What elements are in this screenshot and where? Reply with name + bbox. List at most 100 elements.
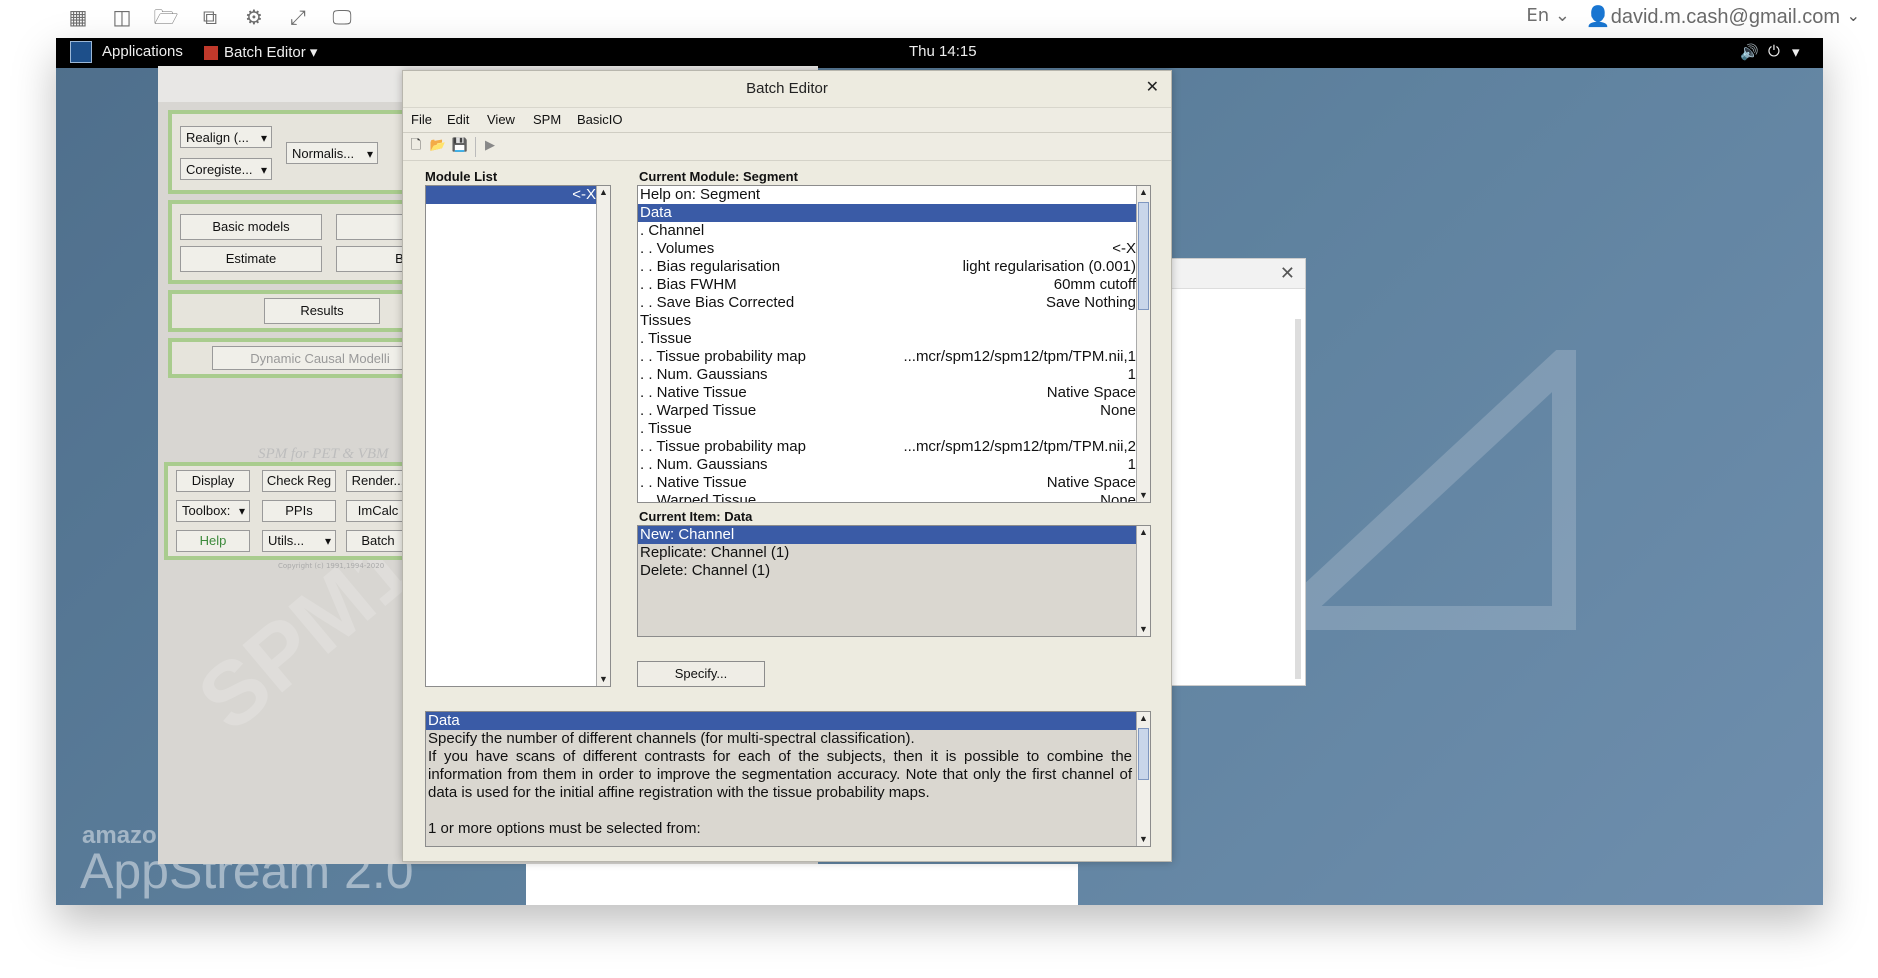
module-scrollbar[interactable]: ▲ ▼ bbox=[1136, 186, 1150, 502]
coregister-dropdown[interactable]: Coregiste... bbox=[180, 158, 272, 181]
dcm-button[interactable]: Dynamic Causal Modelli bbox=[212, 346, 428, 370]
power-icon[interactable]: ⏻ bbox=[1768, 43, 1780, 60]
module-row-value: 60mm cutoff bbox=[1053, 276, 1136, 293]
fullscreen-icon[interactable]: ⤢ bbox=[284, 4, 312, 30]
realign-dropdown[interactable]: Realign (... bbox=[180, 126, 272, 149]
estimate-button[interactable]: Estimate bbox=[180, 246, 322, 272]
batch-button[interactable]: Batch bbox=[346, 530, 410, 552]
background-window-bottom bbox=[526, 864, 1078, 905]
help-scrollbar[interactable]: ▲ ▼ bbox=[1136, 712, 1150, 846]
close-icon[interactable]: ✕ bbox=[1146, 77, 1159, 96]
help-tail: 1 or more options must be selected from: bbox=[428, 820, 701, 837]
module-row[interactable]: Help on: Segment bbox=[638, 186, 1150, 204]
system-menu-chevron-icon[interactable]: ▾ bbox=[1792, 43, 1800, 61]
item-option[interactable]: Replicate: Channel (1) bbox=[638, 544, 1150, 562]
scroll-thumb[interactable] bbox=[1138, 202, 1149, 310]
module-row-selected[interactable]: Data bbox=[638, 204, 1150, 222]
module-row[interactable]: . . Tissue probability map ...mcr/spm12/s… bbox=[638, 438, 1150, 456]
module-list[interactable]: Segment <-X ▲ ▼ bbox=[425, 185, 611, 687]
module-row-text: Help on: Segment bbox=[640, 186, 761, 203]
menu-file[interactable]: File bbox=[411, 112, 432, 127]
render-button[interactable]: Render... bbox=[346, 470, 410, 492]
scroll-down-icon[interactable]: ▼ bbox=[1137, 489, 1150, 502]
open-folder-icon[interactable]: 📂 bbox=[429, 137, 447, 155]
results-button[interactable]: Results bbox=[264, 298, 380, 324]
module-row[interactable]: . . Num. Gaussians 1 bbox=[638, 366, 1150, 384]
folder-icon[interactable]: 🗁 bbox=[152, 4, 180, 30]
module-row[interactable]: . Tissue bbox=[638, 420, 1150, 438]
check-reg-button[interactable]: Check Reg bbox=[262, 470, 336, 492]
module-row-text: . . Native Tissue bbox=[640, 474, 747, 491]
item-option[interactable]: New: Channel bbox=[638, 526, 1150, 544]
language-selector[interactable]: En ⌄ bbox=[1526, 5, 1570, 26]
help-button[interactable]: Help bbox=[176, 530, 250, 552]
module-row-text: . . Tissue probability map bbox=[640, 438, 806, 455]
volume-icon[interactable]: 🔊 bbox=[1740, 43, 1759, 61]
scroll-down-icon[interactable]: ▼ bbox=[597, 673, 610, 686]
normalise-dropdown[interactable]: Normalis... bbox=[286, 142, 378, 165]
run-icon[interactable]: ▶ bbox=[481, 137, 499, 155]
help-text-box[interactable]: Data Specify the number of different cha… bbox=[425, 711, 1151, 847]
apps-grid-icon[interactable]: ▦ bbox=[64, 4, 92, 30]
module-row[interactable]: . . Warped Tissue None bbox=[638, 492, 1150, 502]
ppis-button[interactable]: PPIs bbox=[262, 500, 336, 522]
user-menu[interactable]: 👤david.m.cash@gmail.com bbox=[1586, 4, 1840, 29]
save-icon[interactable]: 💾 bbox=[451, 137, 469, 155]
display-icon[interactable]: 🖵 bbox=[328, 4, 356, 30]
item-scrollbar[interactable]: ▲ ▼ bbox=[1136, 526, 1150, 636]
scroll-thumb[interactable] bbox=[1138, 728, 1149, 780]
module-row-text: . . Num. Gaussians bbox=[640, 456, 768, 473]
scroll-down-icon[interactable]: ▼ bbox=[1137, 833, 1150, 846]
scroll-up-icon[interactable]: ▲ bbox=[1137, 186, 1150, 199]
module-row[interactable]: . . Save Bias Corrected Save Nothing bbox=[638, 294, 1150, 312]
current-item-list[interactable]: New: Channel Replicate: Channel (1) Dele… bbox=[637, 525, 1151, 637]
scroll-up-icon[interactable]: ▲ bbox=[1137, 712, 1150, 725]
module-row[interactable]: . . Native Tissue Native Space bbox=[638, 474, 1150, 492]
module-row[interactable]: . . Num. Gaussians 1 bbox=[638, 456, 1150, 474]
new-file-icon[interactable]: 🗋 bbox=[407, 137, 425, 155]
module-row[interactable]: . Channel bbox=[638, 222, 1150, 240]
clock[interactable]: Thu 14:15 bbox=[909, 43, 977, 60]
module-row[interactable]: . . Volumes <-X bbox=[638, 240, 1150, 258]
chevron-down-icon[interactable]: ⌄ bbox=[1847, 6, 1860, 25]
module-row[interactable]: . . Native Tissue Native Space bbox=[638, 384, 1150, 402]
menu-spm[interactable]: SPM bbox=[533, 112, 561, 127]
module-row-text: . . Warped Tissue bbox=[640, 402, 757, 419]
basic-models-button[interactable]: Basic models bbox=[180, 214, 322, 240]
module-row-text: . . Native Tissue bbox=[640, 384, 747, 401]
utils-dropdown[interactable]: Utils... bbox=[262, 530, 336, 552]
menu-basicio[interactable]: BasicIO bbox=[577, 112, 623, 127]
module-row-value: <-X bbox=[1112, 240, 1136, 257]
module-row-value: 1 bbox=[1127, 366, 1136, 383]
module-row[interactable]: . . Bias FWHM 60mm cutoff bbox=[638, 276, 1150, 294]
clipboard-icon[interactable]: ⧉ bbox=[196, 4, 224, 30]
settings-gear-icon[interactable]: ⚙ bbox=[240, 4, 268, 30]
module-row[interactable]: Tissues bbox=[638, 312, 1150, 330]
toolbox-dropdown[interactable]: Toolbox: bbox=[176, 500, 250, 522]
menu-edit[interactable]: Edit bbox=[447, 112, 469, 127]
applications-menu[interactable]: Applications bbox=[102, 43, 183, 60]
module-list-scrollbar[interactable]: ▲ ▼ bbox=[596, 186, 610, 686]
display-button[interactable]: Display bbox=[176, 470, 250, 492]
module-row[interactable]: . Tissue bbox=[638, 330, 1150, 348]
active-app-label: Batch Editor bbox=[224, 44, 306, 61]
matlab-icon bbox=[204, 46, 218, 60]
menu-view[interactable]: View bbox=[487, 112, 515, 127]
module-row-text: . . Num. Gaussians bbox=[640, 366, 768, 383]
active-app-menu[interactable]: Batch Editor ▾ bbox=[224, 43, 317, 61]
scroll-up-icon[interactable]: ▲ bbox=[597, 186, 610, 199]
module-row[interactable]: . . Tissue probability map ...mcr/spm12/s… bbox=[638, 348, 1150, 366]
scrollbar[interactable] bbox=[1295, 319, 1301, 679]
module-list-item[interactable]: Segment <-X bbox=[426, 186, 610, 221]
item-option[interactable]: Delete: Channel (1) bbox=[638, 562, 1150, 580]
windows-icon[interactable]: ◫ bbox=[108, 4, 136, 30]
scroll-up-icon[interactable]: ▲ bbox=[1137, 526, 1150, 539]
imcalc-button[interactable]: ImCalc bbox=[346, 500, 410, 522]
specify-button[interactable]: Specify... bbox=[637, 661, 765, 687]
module-row-text: Tissues bbox=[640, 312, 692, 329]
module-row[interactable]: . . Bias regularisation light regularisat… bbox=[638, 258, 1150, 276]
scroll-down-icon[interactable]: ▼ bbox=[1137, 623, 1150, 636]
module-row[interactable]: . . Warped Tissue None bbox=[638, 402, 1150, 420]
current-module-list[interactable]: Help on: Segment Data . Channel . . Volu… bbox=[637, 185, 1151, 503]
close-icon[interactable]: ✕ bbox=[1280, 263, 1295, 284]
